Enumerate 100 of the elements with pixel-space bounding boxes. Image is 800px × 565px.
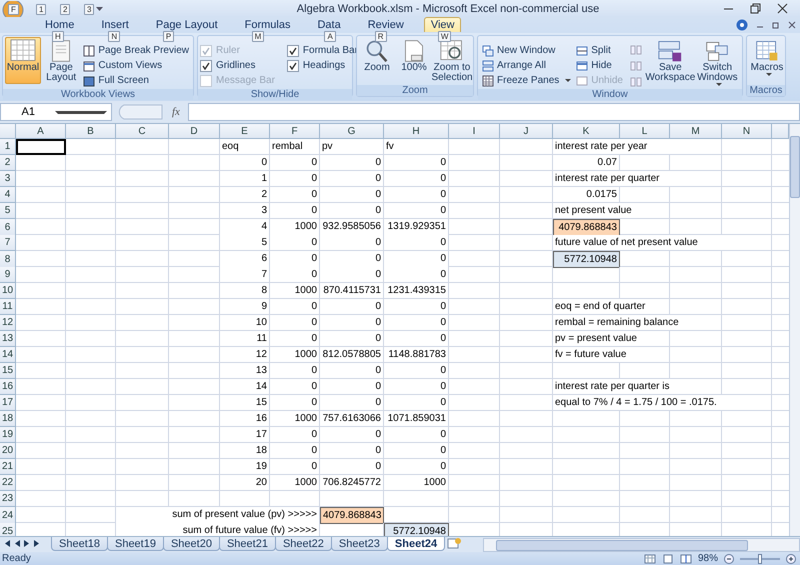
close-icon[interactable] (777, 3, 788, 14)
normal-view-button[interactable]: Normal (5, 37, 41, 84)
page-layout-icon[interactable] (662, 554, 674, 564)
ribbon-tab[interactable]: Home (38, 16, 82, 32)
row-header[interactable]: 1 (0, 139, 16, 155)
close-icon[interactable] (788, 21, 796, 29)
column-header[interactable]: A (16, 124, 66, 139)
zoom-out-icon[interactable] (724, 554, 734, 564)
view-button[interactable]: Custom Views (81, 58, 191, 73)
row-header[interactable]: 10 (0, 283, 16, 299)
vertical-scrollbar[interactable] (789, 124, 800, 536)
checkbox[interactable] (286, 60, 299, 72)
view-button[interactable]: Full Screen (81, 73, 191, 88)
insert-function-button[interactable]: fx (166, 103, 186, 121)
row-header[interactable]: 4 (0, 187, 16, 203)
row-header[interactable]: 24 (0, 507, 16, 524)
row-header[interactable]: 17 (0, 395, 16, 411)
group-label: Zoom (357, 85, 473, 96)
ribbon-tab[interactable]: Formulas (238, 16, 298, 32)
ribbon-tab[interactable]: Page Layout (148, 16, 225, 32)
row-header[interactable]: 6 (0, 219, 16, 236)
insert-sheet-icon[interactable] (445, 537, 464, 550)
column-header[interactable]: J (500, 124, 553, 139)
zoom-100-button[interactable]: 100% (396, 37, 432, 84)
column-header[interactable]: G (320, 124, 384, 139)
row-header[interactable]: 3 (0, 171, 16, 187)
row-header[interactable]: 5 (0, 203, 16, 219)
column-header[interactable]: L (620, 124, 670, 139)
column-header[interactable]: F (270, 124, 320, 139)
split-icon (576, 44, 588, 56)
active-cell[interactable] (16, 139, 66, 155)
restore-icon[interactable] (750, 3, 761, 14)
zoom-in-icon[interactable] (786, 554, 796, 564)
row-header[interactable]: 8 (0, 251, 16, 268)
scroll-end-icon[interactable] (34, 540, 40, 548)
row-header[interactable]: 25 (0, 523, 16, 536)
help-icon[interactable] (736, 19, 748, 31)
zoom-level[interactable]: 98% (698, 553, 718, 564)
sheet-tab[interactable]: Sheet24 (386, 537, 446, 552)
save-workspace-button[interactable]: Save Workspace (646, 37, 694, 84)
sheet-tab[interactable]: Sheet18 (51, 537, 108, 552)
dropdown-icon[interactable] (96, 6, 103, 12)
checkbox[interactable] (286, 44, 299, 56)
row-header[interactable]: 16 (0, 379, 16, 395)
table-cell: 5772.10948 (384, 523, 449, 536)
table-cell: 0 (384, 251, 449, 268)
switch-windows-button[interactable]: Switch Windows (694, 37, 740, 84)
row-header[interactable]: 9 (0, 267, 16, 283)
scroll-end-icon[interactable] (4, 540, 10, 548)
page-break-icon[interactable] (680, 554, 692, 564)
window-button[interactable]: Freeze Panes (480, 73, 574, 88)
window-button[interactable]: Split (574, 43, 625, 58)
sheet-tab[interactable]: Sheet20 (162, 537, 220, 552)
row-header[interactable]: 7 (0, 235, 16, 251)
sheet-tab[interactable]: Sheet19 (106, 537, 164, 552)
row-header[interactable]: 18 (0, 411, 16, 427)
row-header[interactable]: 22 (0, 475, 16, 491)
column-header[interactable]: M (670, 124, 722, 139)
checkbox[interactable] (200, 60, 212, 72)
sheet-tab[interactable]: Sheet22 (274, 537, 332, 552)
checkbox-label: Message Bar (216, 75, 275, 86)
normal-view-icon[interactable] (644, 554, 656, 564)
column-header[interactable]: C (116, 124, 169, 139)
row-header[interactable]: 19 (0, 427, 16, 443)
name-box[interactable]: A1 (0, 103, 112, 121)
table-cell: 1000 (270, 219, 320, 236)
row-header[interactable]: 13 (0, 331, 16, 347)
column-header[interactable]: K (553, 124, 620, 139)
view-button[interactable]: Page Break Preview (81, 43, 191, 58)
row-header[interactable]: 11 (0, 299, 16, 315)
column-header[interactable]: D (169, 124, 220, 139)
restore-icon[interactable] (772, 21, 780, 29)
row-header[interactable]: 20 (0, 443, 16, 459)
macros-button[interactable]: Macros (749, 37, 785, 84)
ribbon-tab[interactable]: Data (310, 16, 348, 32)
column-header[interactable]: H (384, 124, 449, 139)
row-header[interactable]: 15 (0, 363, 16, 379)
row-header[interactable]: 2 (0, 155, 16, 171)
row-header[interactable]: 12 (0, 315, 16, 331)
window-button[interactable]: Arrange All (480, 58, 574, 73)
column-header[interactable]: N (722, 124, 772, 139)
column-header[interactable]: I (449, 124, 500, 139)
ribbon-tab[interactable]: Insert (94, 16, 136, 32)
row-header[interactable]: 23 (0, 491, 16, 507)
column-header[interactable]: B (66, 124, 116, 139)
table-cell: 4079.868843 (553, 219, 620, 236)
zoom-icon (364, 39, 390, 63)
horizontal-scrollbar[interactable] (483, 538, 800, 552)
row-header[interactable]: 14 (0, 347, 16, 363)
window-button[interactable]: Hide (574, 58, 625, 73)
row-header[interactable]: 21 (0, 459, 16, 475)
save-workspace-icon (657, 39, 684, 63)
column-header[interactable]: E (220, 124, 270, 139)
window-button[interactable]: New Window (480, 43, 574, 58)
sheet-tab[interactable]: Sheet21 (218, 537, 276, 552)
ribbon-tab[interactable]: View (424, 16, 462, 32)
ribbon-tab[interactable]: Review (360, 16, 411, 32)
zoom-slider-thumb[interactable] (758, 554, 762, 564)
formula-input[interactable] (188, 103, 800, 121)
sheet-tab[interactable]: Sheet23 (330, 537, 388, 552)
